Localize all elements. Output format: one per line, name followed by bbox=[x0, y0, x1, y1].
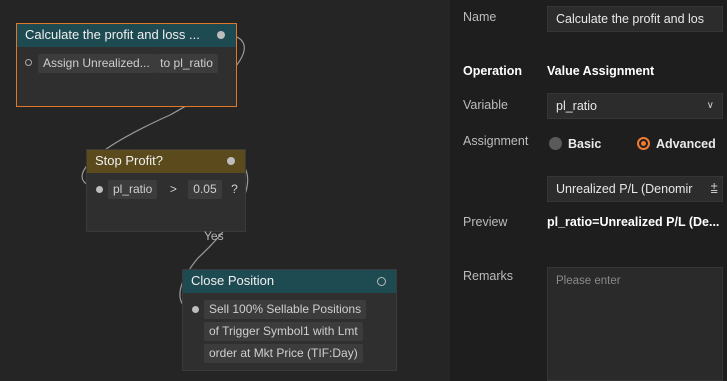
condition-value-chip[interactable]: 0.05 bbox=[188, 180, 222, 199]
action-line-chip[interactable]: order at Mkt Price (TIF:Day) bbox=[204, 344, 363, 363]
node-calculate-pl-title: Calculate the profit and loss ... bbox=[25, 27, 200, 42]
variable-select-value: pl_ratio bbox=[556, 99, 597, 113]
remarks-placeholder: Please enter bbox=[556, 275, 621, 287]
node-close-position[interactable]: Close Position Sell 100% Sellable Positi… bbox=[182, 269, 397, 371]
node-stop-profit[interactable]: Stop Profit? pl_ratio > 0.05 ? bbox=[86, 149, 246, 232]
basic-radio-label[interactable]: Basic bbox=[568, 137, 601, 151]
expression-input[interactable]: Unrealized P/L (Denomir ⩲ bbox=[547, 176, 723, 202]
remarks-textarea[interactable]: Please enter bbox=[547, 267, 723, 381]
condition-variable-chip[interactable]: pl_ratio bbox=[108, 180, 158, 199]
advanced-radio[interactable] bbox=[637, 137, 650, 150]
preview-value: pl_ratio=Unrealized P/L (De... bbox=[547, 215, 720, 229]
preview-label: Preview bbox=[463, 215, 508, 229]
variable-select[interactable]: pl_ratio ∨ bbox=[547, 93, 723, 119]
assignment-label: Assignment bbox=[463, 134, 529, 148]
action-line-chip[interactable]: Sell 100% Sellable Positions bbox=[204, 300, 367, 319]
input-port[interactable] bbox=[96, 186, 103, 193]
condition-operator: > bbox=[169, 182, 177, 196]
formula-icon[interactable]: ⩲ bbox=[708, 177, 718, 201]
operation-value: Value Assignment bbox=[547, 64, 655, 78]
variable-label: Variable bbox=[463, 98, 508, 112]
node-calculate-pl-header[interactable]: Calculate the profit and loss ... bbox=[17, 24, 236, 47]
branch-yes-label: Yes bbox=[204, 229, 224, 243]
basic-radio[interactable] bbox=[549, 137, 562, 150]
input-port[interactable] bbox=[25, 59, 32, 66]
output-port[interactable] bbox=[227, 157, 235, 165]
name-input[interactable]: Calculate the profit and los bbox=[547, 6, 723, 32]
action-line-chip[interactable]: of Trigger Symbol1 with Lmt bbox=[204, 322, 363, 341]
remarks-label: Remarks bbox=[463, 269, 514, 283]
flow-canvas[interactable]: Calculate the profit and loss ... Assign… bbox=[0, 0, 450, 381]
node-stop-profit-header[interactable]: Stop Profit? bbox=[87, 150, 245, 173]
node-stop-profit-title: Stop Profit? bbox=[95, 153, 163, 168]
properties-panel: Name Calculate the profit and los Operat… bbox=[450, 0, 727, 381]
node-close-position-header[interactable]: Close Position bbox=[183, 270, 396, 293]
output-port[interactable] bbox=[377, 277, 386, 286]
assign-variable-chip[interactable]: Assign Unrealized... bbox=[38, 54, 155, 73]
chevron-down-icon[interactable]: ∨ bbox=[707, 94, 714, 118]
operation-label: Operation bbox=[463, 64, 523, 78]
output-port[interactable] bbox=[217, 31, 225, 39]
name-label: Name bbox=[463, 10, 497, 24]
assign-target-chip[interactable]: to pl_ratio bbox=[155, 54, 218, 73]
input-port[interactable] bbox=[192, 306, 199, 313]
condition-question-mark: ? bbox=[231, 182, 238, 196]
node-close-position-title: Close Position bbox=[191, 273, 275, 288]
expression-value: Unrealized P/L (Denomir bbox=[556, 182, 693, 196]
advanced-radio-label[interactable]: Advanced bbox=[656, 137, 716, 151]
node-calculate-pl[interactable]: Calculate the profit and loss ... Assign… bbox=[16, 23, 237, 107]
